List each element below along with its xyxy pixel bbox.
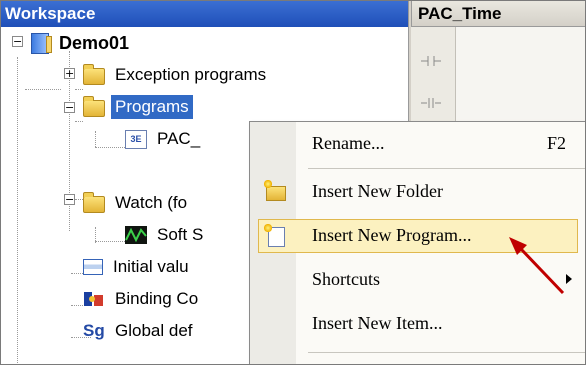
editor-title: PAC_Time bbox=[411, 1, 585, 27]
menu-separator bbox=[308, 352, 585, 353]
collapse-programs-toggle[interactable]: − bbox=[64, 102, 75, 113]
project-book-icon bbox=[31, 32, 52, 54]
tree-item-label: Demo01 bbox=[59, 32, 130, 53]
menu-item-insert-new-item[interactable]: Insert New Item... bbox=[250, 306, 585, 342]
menu-item-label: Insert New Folder bbox=[312, 181, 443, 201]
expand-exception-toggle[interactable]: + bbox=[64, 68, 75, 79]
new-folder-icon bbox=[264, 180, 286, 202]
folder-icon bbox=[83, 192, 105, 213]
program-icon: 3E bbox=[125, 129, 147, 149]
coil-tool-icon[interactable] bbox=[421, 97, 441, 112]
tree-item-programs[interactable]: Programs bbox=[83, 91, 193, 123]
tree-item-label: Exception programs bbox=[115, 65, 267, 84]
menu-shortcut: F2 bbox=[546, 133, 566, 153]
application-window: Workspace − + − − Demo01 Exception progr… bbox=[0, 0, 586, 365]
submenu-arrow-icon bbox=[566, 274, 572, 284]
menu-item-label: Insert New Item... bbox=[312, 313, 443, 333]
tree-item-label: Global def bbox=[115, 321, 193, 340]
tree-item-global-defines[interactable]: Sg Global def bbox=[83, 315, 197, 347]
tree-item-label: Binding Co bbox=[115, 289, 199, 308]
folder-icon bbox=[83, 96, 105, 117]
contact-tool-icon[interactable] bbox=[421, 55, 441, 70]
menu-item-label: Rename... bbox=[312, 133, 385, 153]
tree-item-label: Programs bbox=[111, 95, 193, 119]
tree-item-demo01[interactable]: Demo01 bbox=[31, 27, 133, 59]
tree-item-watch[interactable]: Watch (fo bbox=[83, 187, 191, 219]
tree-item-pac-program[interactable]: 3E PAC_ bbox=[125, 123, 204, 155]
workspace-title: Workspace bbox=[1, 1, 408, 27]
menu-item-label: Insert New Program... bbox=[312, 225, 472, 245]
tree-item-exception-programs[interactable]: Exception programs bbox=[83, 59, 270, 91]
tree-item-binding[interactable]: Binding Co bbox=[83, 283, 202, 315]
new-program-icon bbox=[264, 224, 286, 247]
tree-item-label: PAC_ bbox=[157, 129, 201, 148]
tree-item-label: Soft S bbox=[157, 225, 204, 244]
tree-item-initial-values[interactable]: Initial valu bbox=[83, 251, 193, 283]
tree-item-label: Watch (fo bbox=[115, 193, 188, 212]
menu-separator bbox=[308, 168, 585, 169]
folder-icon bbox=[83, 64, 105, 85]
menu-item-shortcuts[interactable]: Shortcuts bbox=[250, 262, 585, 298]
menu-item-insert-new-program[interactable]: Insert New Program... bbox=[250, 218, 585, 254]
grid-icon bbox=[83, 259, 103, 275]
menu-item-insert-new-folder[interactable]: Insert New Folder bbox=[250, 174, 585, 210]
tree-item-soft-scope[interactable]: Soft S bbox=[125, 219, 207, 251]
context-menu: Rename... F2 Insert New Folder Insert Ne… bbox=[249, 121, 585, 364]
menu-item-rename[interactable]: Rename... F2 bbox=[250, 126, 585, 162]
tree-item-label: Initial valu bbox=[113, 257, 189, 276]
oscilloscope-icon bbox=[125, 226, 147, 244]
collapse-demo01-toggle[interactable]: − bbox=[12, 36, 23, 47]
collapse-watch-toggle[interactable]: − bbox=[64, 194, 75, 205]
binding-icon bbox=[83, 289, 105, 309]
sg-icon: Sg bbox=[83, 321, 105, 340]
menu-item-label: Shortcuts bbox=[312, 269, 381, 289]
